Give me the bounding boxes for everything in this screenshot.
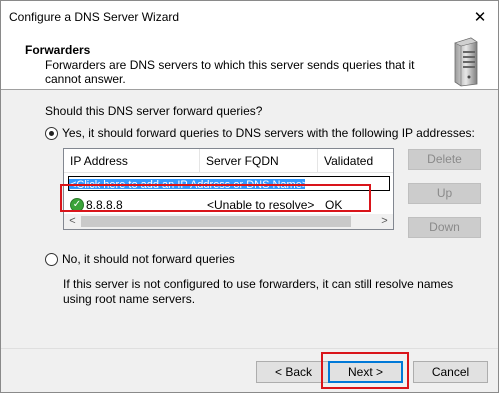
next-highlight-box — [321, 352, 409, 389]
delete-button[interactable]: Delete — [408, 149, 481, 170]
column-header-server-fqdn[interactable]: Server FQDN — [200, 149, 318, 173]
down-button[interactable]: Down — [408, 217, 481, 238]
scroll-right-icon[interactable]: > — [378, 214, 391, 229]
cancel-button[interactable]: Cancel — [413, 361, 488, 383]
scroll-left-icon[interactable]: < — [66, 214, 79, 229]
no-radio-button[interactable] — [45, 252, 58, 266]
wizard-header: Forwarders Forwarders are DNS servers to… — [1, 32, 498, 90]
yes-option-label: Yes, it should forward queries to DNS se… — [62, 126, 475, 140]
column-header-validated[interactable]: Validated — [318, 149, 393, 173]
wizard-window: Configure a DNS Server Wizard ✕ Forwarde… — [0, 0, 499, 393]
page-subtitle: Forwarders are DNS servers to which this… — [45, 58, 415, 86]
no-forward-option[interactable]: No, it should not forward queries — [45, 252, 235, 266]
footer-divider — [1, 348, 498, 349]
close-icon[interactable]: ✕ — [462, 1, 498, 32]
back-button[interactable]: < Back — [256, 361, 331, 383]
no-forward-description: If this server is not configured to use … — [63, 277, 454, 306]
window-title: Configure a DNS Server Wizard — [9, 10, 180, 24]
page-title: Forwarders — [25, 43, 91, 57]
column-header-ip-address[interactable]: IP Address — [64, 149, 200, 173]
yes-forward-option[interactable]: Yes, it should forward queries to DNS se… — [45, 126, 475, 140]
title-bar: Configure a DNS Server Wizard ✕ — [1, 1, 498, 32]
forward-question: Should this DNS server forward queries? — [45, 104, 263, 118]
list-header: IP Address Server FQDN Validated — [64, 149, 393, 173]
horizontal-scrollbar[interactable]: < > — [64, 214, 393, 229]
row-highlight-box — [60, 184, 371, 212]
up-button[interactable]: Up — [408, 183, 481, 204]
scrollbar-thumb[interactable] — [81, 216, 351, 227]
server-icon — [454, 37, 478, 87]
wizard-body: Should this DNS server forward queries? … — [1, 91, 498, 349]
no-option-label: No, it should not forward queries — [62, 252, 235, 266]
yes-radio-button[interactable] — [45, 126, 58, 140]
